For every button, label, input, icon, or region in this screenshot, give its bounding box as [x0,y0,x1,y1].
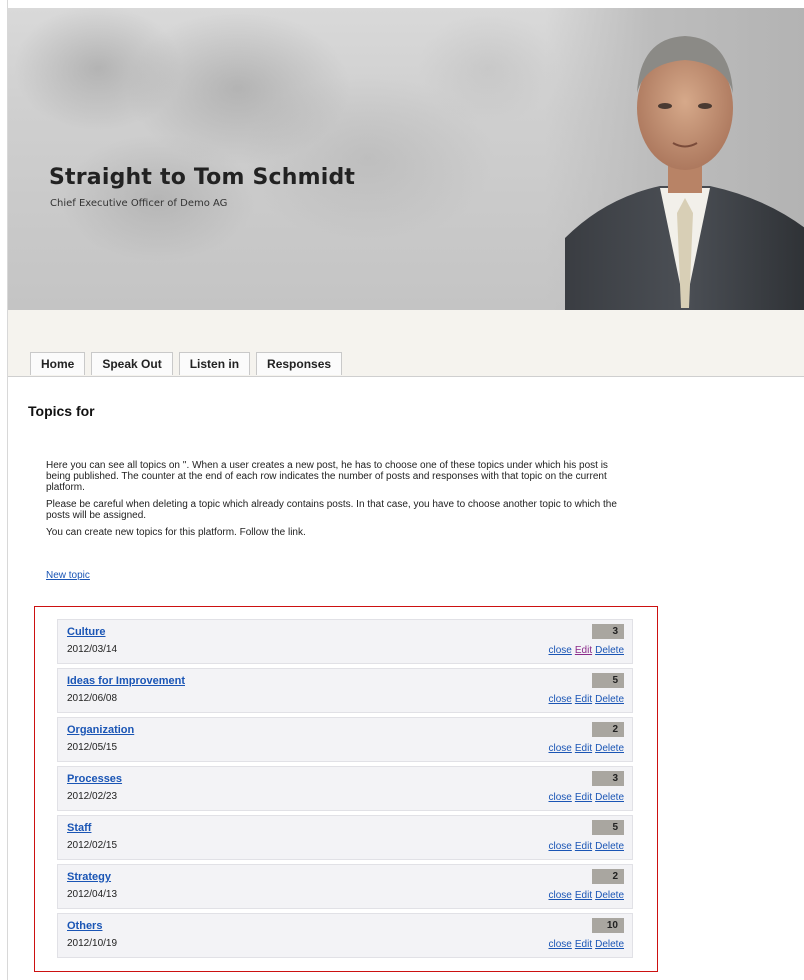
topic-date: 2012/05/15 [67,742,118,753]
topic-name-link[interactable]: Processes [67,773,122,785]
tab-listen-in[interactable]: Listen in [178,352,251,375]
intro-paragraph: You can create new topics for this platf… [46,527,306,538]
delete-link[interactable]: Delete [595,792,624,803]
edit-link[interactable]: Edit [575,792,592,803]
topic-row: Strategy 2012/04/13 2 close Edit Delete [57,864,633,909]
close-link[interactable]: close [549,743,572,754]
topic-actions: close Edit Delete [546,694,625,705]
edit-link[interactable]: Edit [575,841,592,852]
intro-paragraph: Please be careful when deleting a topic … [46,499,617,521]
topic-actions: close Edit Delete [546,743,625,754]
topic-row: Others 2012/10/19 10 close Edit Delete [57,913,633,958]
topic-row: Culture 2012/03/14 3 close Edit Delete [57,619,633,664]
tab-speak-out[interactable]: Speak Out [91,352,173,375]
topic-date: 2012/04/13 [67,889,118,900]
close-link[interactable]: close [549,841,572,852]
intro-text: Here you can see all topics on ''. When … [46,460,626,544]
close-link[interactable]: close [549,890,572,901]
close-link[interactable]: close [549,694,572,705]
topic-actions: close Edit Delete [546,645,625,656]
header-banner: Straight to Tom Schmidt Chief Executive … [8,8,804,310]
delete-link[interactable]: Delete [595,645,624,656]
topic-row: Processes 2012/02/23 3 close Edit Delete [57,766,633,811]
close-link[interactable]: close [549,645,572,656]
topics-list: Culture 2012/03/14 3 close Edit Delete Ide… [34,606,658,972]
topic-name-link[interactable]: Strategy [67,871,111,883]
edit-link[interactable]: Edit [575,890,592,901]
page-header-subtitle: Chief Executive Officer of Demo AG [50,198,228,209]
tab-home[interactable]: Home [30,352,86,375]
new-topic-link[interactable]: New topic [46,570,90,581]
page-frame: Straight to Tom Schmidt Chief Executive … [7,0,804,980]
topic-actions: close Edit Delete [546,939,625,950]
edit-link[interactable]: Edit [575,939,592,950]
topic-name-link[interactable]: Staff [67,822,91,834]
delete-link[interactable]: Delete [595,743,624,754]
edit-link[interactable]: Edit [575,645,592,656]
close-link[interactable]: close [549,792,572,803]
delete-link[interactable]: Delete [595,890,624,901]
topic-row: Organization 2012/05/15 2 close Edit Delet… [57,717,633,762]
delete-link[interactable]: Delete [595,694,624,705]
topic-row: Ideas for Improvement 2012/06/08 5 close… [57,668,633,713]
post-count-badge: 3 [592,624,624,639]
close-link[interactable]: close [549,939,572,950]
page-title: Topics for [28,403,95,419]
post-count-badge: 5 [592,820,624,835]
topic-date: 2012/03/14 [67,644,118,655]
topic-date: 2012/02/23 [67,791,118,802]
topic-row: Staff 2012/02/15 5 close Edit Delete [57,815,633,860]
tree-background [8,8,568,310]
delete-link[interactable]: Delete [595,841,624,852]
ceo-portrait [565,36,804,310]
page-header-title: Straight to Tom Schmidt [49,165,356,190]
topic-date: 2012/06/08 [67,693,118,704]
intro-paragraph: Here you can see all topics on ''. When … [46,460,608,493]
topic-name-link[interactable]: Ideas for Improvement [67,675,185,687]
topic-actions: close Edit Delete [546,792,625,803]
tabs-divider [8,376,804,377]
edit-link[interactable]: Edit [575,743,592,754]
topic-name-link[interactable]: Organization [67,724,134,736]
topic-name-link[interactable]: Others [67,920,102,932]
post-count-badge: 2 [592,722,624,737]
topic-name-link[interactable]: Culture [67,626,106,638]
post-count-badge: 3 [592,771,624,786]
post-count-badge: 5 [592,673,624,688]
topic-actions: close Edit Delete [546,841,625,852]
post-count-badge: 10 [592,918,624,933]
topic-actions: close Edit Delete [546,890,625,901]
topic-date: 2012/10/19 [67,938,118,949]
post-count-badge: 2 [592,869,624,884]
topic-date: 2012/02/15 [67,840,118,851]
edit-link[interactable]: Edit [575,694,592,705]
main-nav: Home Speak Out Listen in Responses [30,352,348,376]
tab-responses[interactable]: Responses [256,352,343,375]
delete-link[interactable]: Delete [595,939,624,950]
